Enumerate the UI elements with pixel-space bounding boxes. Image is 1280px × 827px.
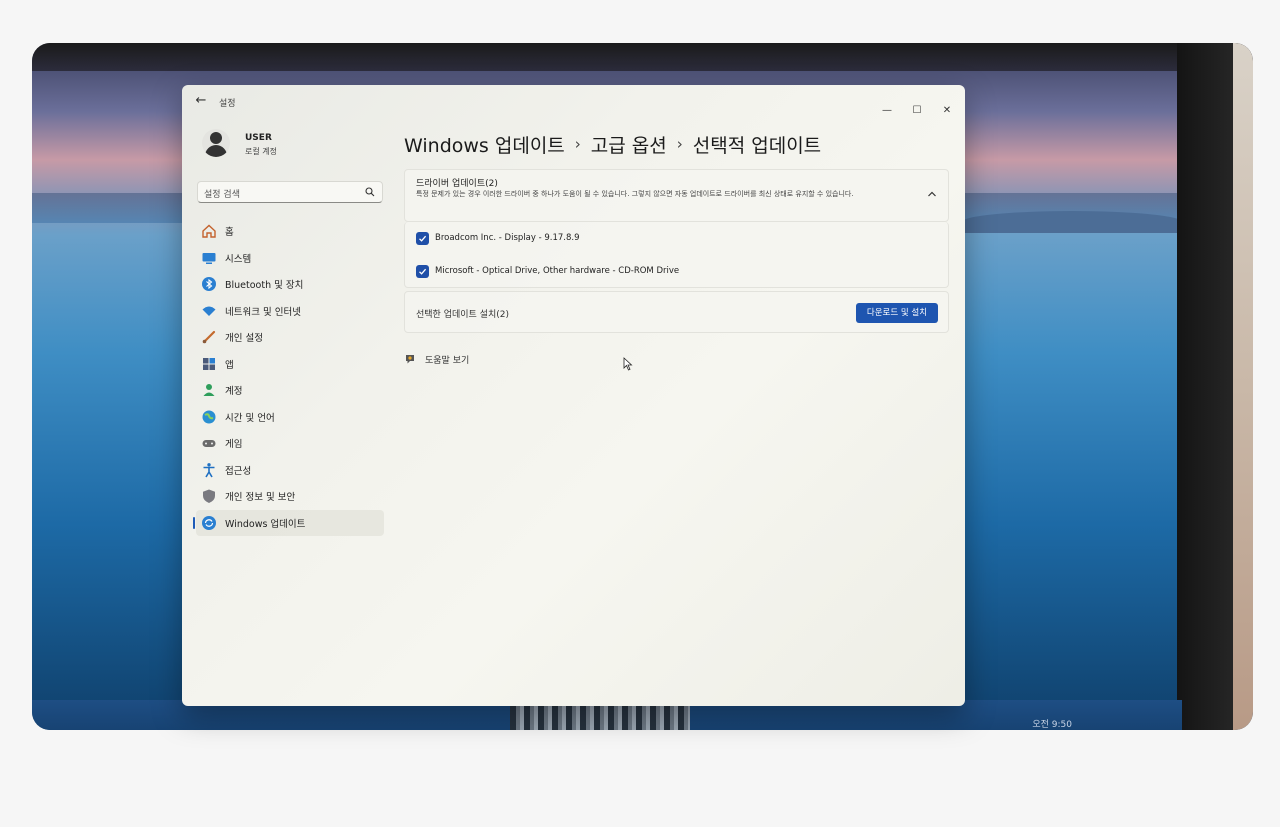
driver-label: Microsoft - Optical Drive, Other hardwar…	[435, 266, 680, 276]
minimize-button[interactable]: —	[875, 101, 899, 121]
sidebar-item-time-language[interactable]: 시간 및 언어	[196, 404, 384, 431]
breadcrumb-windows-update[interactable]: Windows 업데이트	[404, 131, 565, 158]
checkmark-icon	[419, 235, 427, 242]
sidebar-item-windows-update[interactable]: Windows 업데이트	[193, 509, 384, 536]
settings-window: ← 설정 — ☐ ✕ USER 로컬 계정 설정 검색 홈 시스템 Blueto…	[182, 85, 965, 706]
wallpaper-hills	[962, 211, 1182, 233]
search-input[interactable]: 설정 검색	[197, 181, 383, 203]
title-bar: ← 설정 — ☐ ✕	[182, 85, 965, 117]
driver-checkbox[interactable]	[416, 231, 429, 245]
install-selected-card: 선택한 업데이트 설치(2) 다운로드 및 설치	[404, 291, 949, 333]
sidebar-item-gaming[interactable]: 게임	[196, 430, 384, 457]
breadcrumb-separator: ›	[676, 135, 683, 153]
maximize-button[interactable]: ☐	[905, 101, 929, 121]
accessibility-icon	[203, 462, 215, 478]
sidebar-nav: 홈 시스템 Bluetooth 및 장치 네트워크 및 인터넷 개인 설정 앱 …	[193, 218, 384, 536]
user-profile[interactable]: USER 로컬 계정	[202, 129, 382, 161]
sidebar-item-label: 개인 정보 및 보안	[225, 492, 296, 504]
driver-updates-list: Broadcom Inc. - Display - 9.17.8.9 Micro…	[404, 222, 949, 288]
driver-item[interactable]: Broadcom Inc. - Display - 9.17.8.9	[416, 228, 580, 248]
sidebar-item-label: 시간 및 언어	[225, 412, 275, 424]
photo-frame: 오전 9:50 ← 설정 — ☐ ✕ USER 로컬 계정 설정 검색 홈 시스…	[0, 0, 1280, 827]
system-icon	[202, 252, 216, 264]
search-icon[interactable]	[365, 187, 375, 197]
shield-icon	[203, 489, 215, 504]
driver-updates-title: 드라이버 업데이트(2)	[416, 179, 498, 189]
page-title: 선택적 업데이트	[692, 134, 822, 157]
breadcrumb-separator: ›	[574, 135, 581, 153]
update-icon	[202, 515, 216, 530]
sidebar-item-privacy[interactable]: 개인 정보 및 보안	[196, 483, 384, 510]
get-help-link[interactable]: 도움말 보기	[404, 351, 469, 367]
sidebar-item-personalization[interactable]: 개인 설정	[196, 324, 384, 351]
user-account-type: 로컬 계정	[245, 147, 277, 156]
driver-label: Broadcom Inc. - Display - 9.17.8.9	[435, 233, 580, 243]
close-button[interactable]: ✕	[935, 101, 959, 121]
sidebar: USER 로컬 계정 설정 검색 홈 시스템 Bluetooth 및 장치 네트…	[182, 117, 392, 697]
globe-icon	[202, 410, 216, 424]
driver-item[interactable]: Microsoft - Optical Drive, Other hardwar…	[416, 261, 679, 281]
driver-checkbox[interactable]	[416, 264, 429, 278]
brush-icon	[202, 331, 216, 344]
background-wall	[1233, 43, 1253, 730]
breadcrumb-advanced-options[interactable]: 고급 옵션	[591, 131, 667, 158]
monitor-bezel-top	[32, 43, 1253, 71]
sidebar-item-label: 계정	[225, 386, 243, 398]
sidebar-item-label: 홈	[225, 227, 234, 239]
sidebar-item-label: 접근성	[225, 465, 252, 477]
sidebar-item-accounts[interactable]: 계정	[196, 377, 384, 404]
sidebar-item-label: 네트워크 및 인터넷	[225, 306, 301, 318]
driver-updates-description: 특정 문제가 있는 경우 이러한 드라이버 중 하나가 도움이 될 수 있습니다…	[416, 190, 854, 198]
install-selected-label: 선택한 업데이트 설치(2)	[416, 310, 509, 320]
sidebar-item-bluetooth[interactable]: Bluetooth 및 장치	[196, 271, 384, 298]
sidebar-item-system[interactable]: 시스템	[196, 245, 384, 272]
user-name: USER	[245, 133, 272, 143]
sidebar-item-label: 시스템	[225, 253, 252, 265]
breadcrumb: Windows 업데이트 › 고급 옵션 › 선택적 업데이트	[404, 129, 821, 159]
monitor-bezel-right	[1177, 43, 1235, 730]
download-install-button[interactable]: 다운로드 및 설치	[856, 303, 938, 323]
chevron-up-icon[interactable]	[926, 188, 938, 200]
avatar-head	[210, 132, 222, 144]
help-label: 도움말 보기	[425, 355, 470, 366]
bluetooth-icon	[202, 277, 216, 292]
sidebar-item-apps[interactable]: 앱	[196, 351, 384, 378]
sidebar-item-label: 게임	[225, 439, 243, 451]
avatar-body	[205, 145, 227, 157]
checkmark-icon	[419, 268, 427, 275]
back-button[interactable]: ←	[192, 93, 210, 109]
sidebar-item-label: Bluetooth 및 장치	[225, 280, 304, 292]
account-icon	[203, 384, 215, 397]
sidebar-item-accessibility[interactable]: 접근성	[196, 457, 384, 484]
taskbar-clock[interactable]: 오전 9:50	[1032, 717, 1072, 730]
sidebar-item-label: Windows 업데이트	[225, 518, 306, 530]
network-icon	[202, 306, 216, 316]
sidebar-item-home[interactable]: 홈	[196, 218, 384, 245]
sidebar-item-label: 앱	[225, 359, 234, 371]
app-title: 설정	[219, 99, 236, 109]
home-icon	[202, 224, 216, 238]
window-controls: — ☐ ✕	[875, 101, 959, 121]
sidebar-item-label: 개인 설정	[225, 333, 263, 345]
apps-icon	[203, 357, 215, 370]
search-placeholder: 설정 검색	[204, 190, 240, 200]
sidebar-item-network[interactable]: 네트워크 및 인터넷	[196, 298, 384, 325]
gamepad-icon	[202, 440, 216, 448]
driver-updates-header[interactable]: 드라이버 업데이트(2) 특정 문제가 있는 경우 이러한 드라이버 중 하나가…	[404, 169, 949, 222]
mouse-cursor-icon	[623, 357, 633, 371]
help-icon	[406, 355, 414, 364]
avatar	[202, 129, 230, 157]
